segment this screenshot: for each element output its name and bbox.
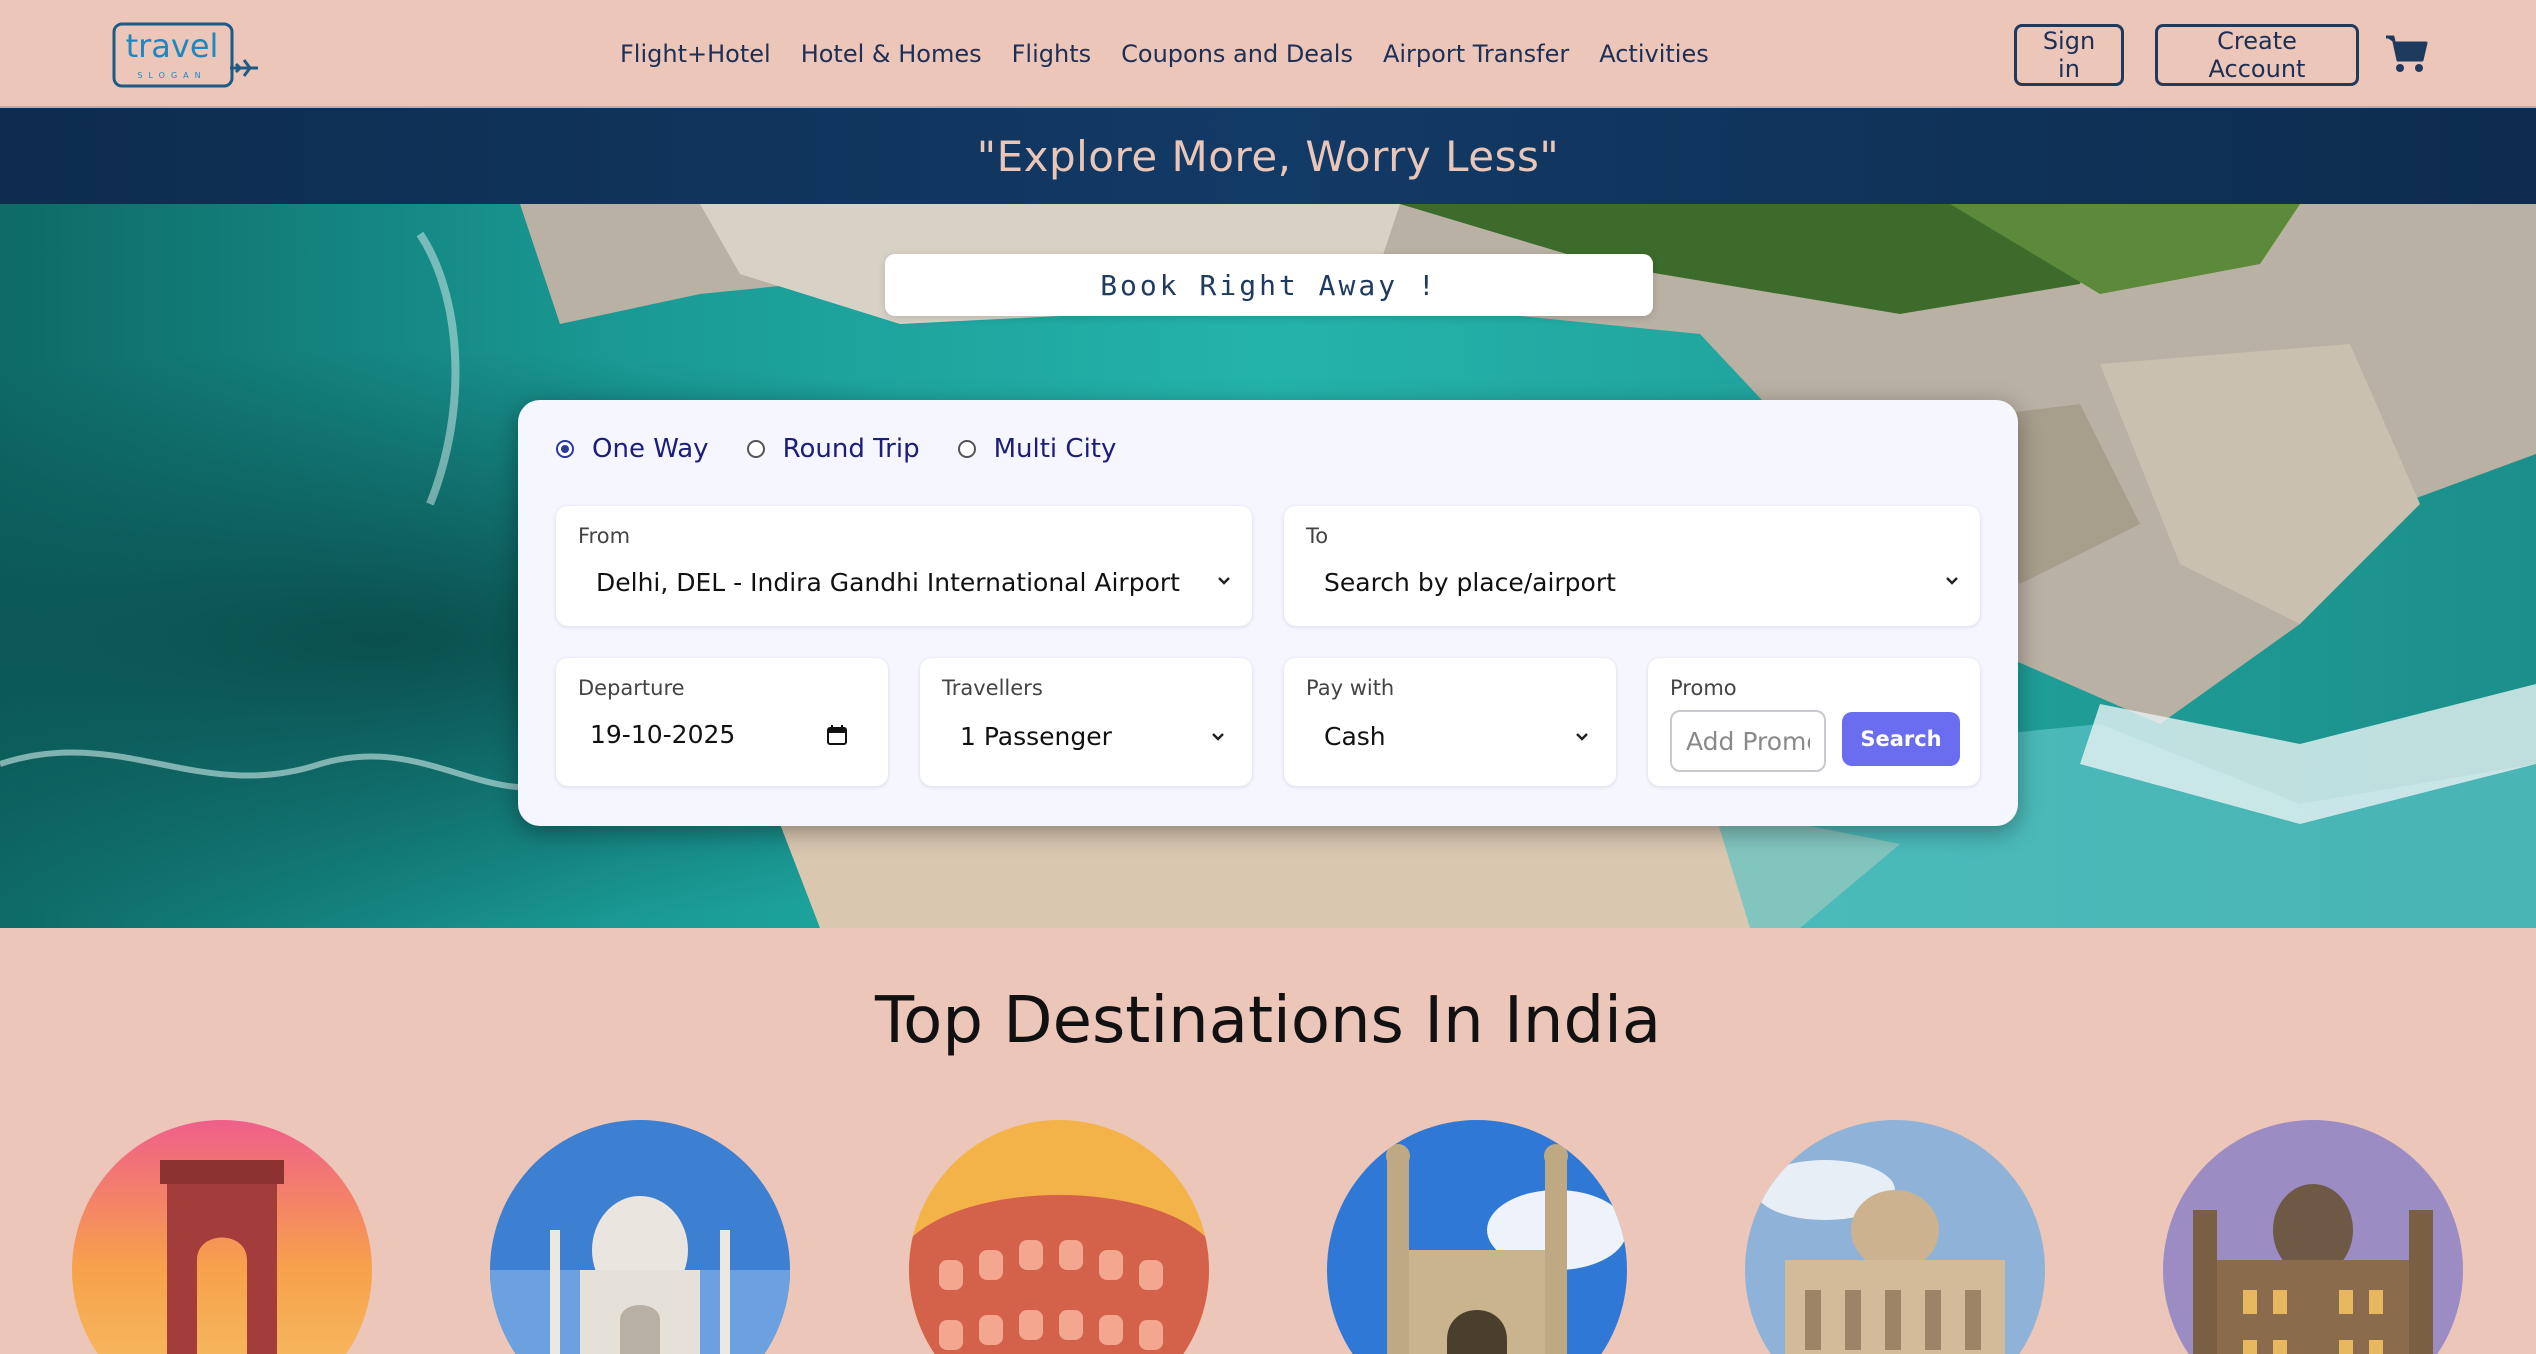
nav-coupons-deals[interactable]: Coupons and Deals	[1121, 40, 1353, 68]
tagline-text: "Explore More, Worry Less"	[976, 131, 1560, 181]
pay-with-label: Pay with	[1306, 676, 1395, 700]
top-navbar: travel SLOGAN Flight+Hotel Hotel & Homes…	[0, 0, 2536, 108]
destination-india-gate[interactable]	[72, 1120, 372, 1354]
chevron-down-icon	[1946, 577, 1958, 585]
tagline-bar: "Explore More, Worry Less"	[0, 108, 2536, 204]
travellers-value: 1 Passenger	[960, 722, 1112, 751]
trip-type-one-way[interactable]: One Way	[556, 434, 709, 464]
from-label: From	[578, 524, 631, 548]
from-select[interactable]: From Delhi, DEL - Indira Gandhi Internat…	[556, 506, 1252, 626]
book-right-away-text: Book Right Away !	[1100, 268, 1438, 302]
trip-type-label: Multi City	[993, 434, 1117, 464]
promo-field: Promo Search	[1648, 658, 1980, 786]
trip-type-group: One Way Round Trip Multi City	[556, 434, 1116, 464]
to-select[interactable]: To Search by place/airport	[1284, 506, 1980, 626]
search-button[interactable]: Search	[1842, 712, 1960, 766]
main-nav: Flight+Hotel Hotel & Homes Flights Coupo…	[620, 0, 1709, 108]
promo-input[interactable]	[1670, 710, 1826, 772]
svg-text:travel: travel	[126, 27, 219, 65]
destination-vidhana-soudha[interactable]	[1745, 1120, 2045, 1354]
trip-type-multi-city[interactable]: Multi City	[957, 434, 1117, 464]
calendar-icon[interactable]	[826, 724, 848, 746]
promo-label: Promo	[1670, 676, 1737, 700]
pay-with-select[interactable]: Pay with Cash	[1284, 658, 1616, 786]
destination-charminar[interactable]	[1327, 1120, 1627, 1354]
book-right-away-banner: Book Right Away !	[885, 254, 1653, 316]
travellers-label: Travellers	[942, 676, 1043, 700]
radio-multi-city[interactable]	[957, 440, 976, 458]
departure-value: 19-10-2025	[590, 720, 736, 749]
radio-round-trip[interactable]	[746, 440, 765, 458]
to-value: Search by place/airport	[1324, 568, 1616, 597]
svg-text:SLOGAN: SLOGAN	[137, 71, 206, 80]
create-account-button[interactable]: Create Account	[2155, 24, 2359, 86]
nav-hotel-homes[interactable]: Hotel & Homes	[801, 40, 982, 68]
trip-type-round-trip[interactable]: Round Trip	[746, 434, 920, 464]
pay-with-value: Cash	[1324, 722, 1386, 751]
sign-in-button[interactable]: Sign in	[2014, 24, 2124, 86]
cart-icon[interactable]	[2384, 34, 2428, 74]
departure-label: Departure	[578, 676, 685, 700]
from-value: Delhi, DEL - Indira Gandhi International…	[596, 568, 1180, 597]
chevron-down-icon	[1576, 733, 1588, 741]
flight-search-card: One Way Round Trip Multi City From Delhi…	[518, 400, 2018, 826]
radio-one-way[interactable]	[556, 440, 574, 458]
to-label: To	[1306, 524, 1329, 548]
destination-chhatrapati-shivaji-terminus[interactable]	[2163, 1120, 2463, 1354]
nav-activities[interactable]: Activities	[1599, 40, 1709, 68]
chevron-down-icon	[1218, 577, 1230, 585]
travel-logo[interactable]: travel SLOGAN	[112, 22, 260, 88]
nav-flight-hotel[interactable]: Flight+Hotel	[620, 40, 771, 68]
destination-taj-mahal[interactable]	[490, 1120, 790, 1354]
top-destinations-title: Top Destinations In India	[874, 984, 1662, 1058]
departure-date-field[interactable]: Departure 19-10-2025	[556, 658, 888, 786]
travellers-select[interactable]: Travellers 1 Passenger	[920, 658, 1252, 786]
trip-type-label: One Way	[592, 434, 709, 464]
trip-type-label: Round Trip	[782, 434, 920, 464]
chevron-down-icon	[1212, 733, 1224, 741]
destination-hawa-mahal[interactable]	[909, 1120, 1209, 1354]
hero-section: Book Right Away ! One Way Round Trip Mul…	[0, 204, 2536, 928]
nav-flights[interactable]: Flights	[1012, 40, 1092, 68]
nav-airport-transfer[interactable]: Airport Transfer	[1383, 40, 1569, 68]
